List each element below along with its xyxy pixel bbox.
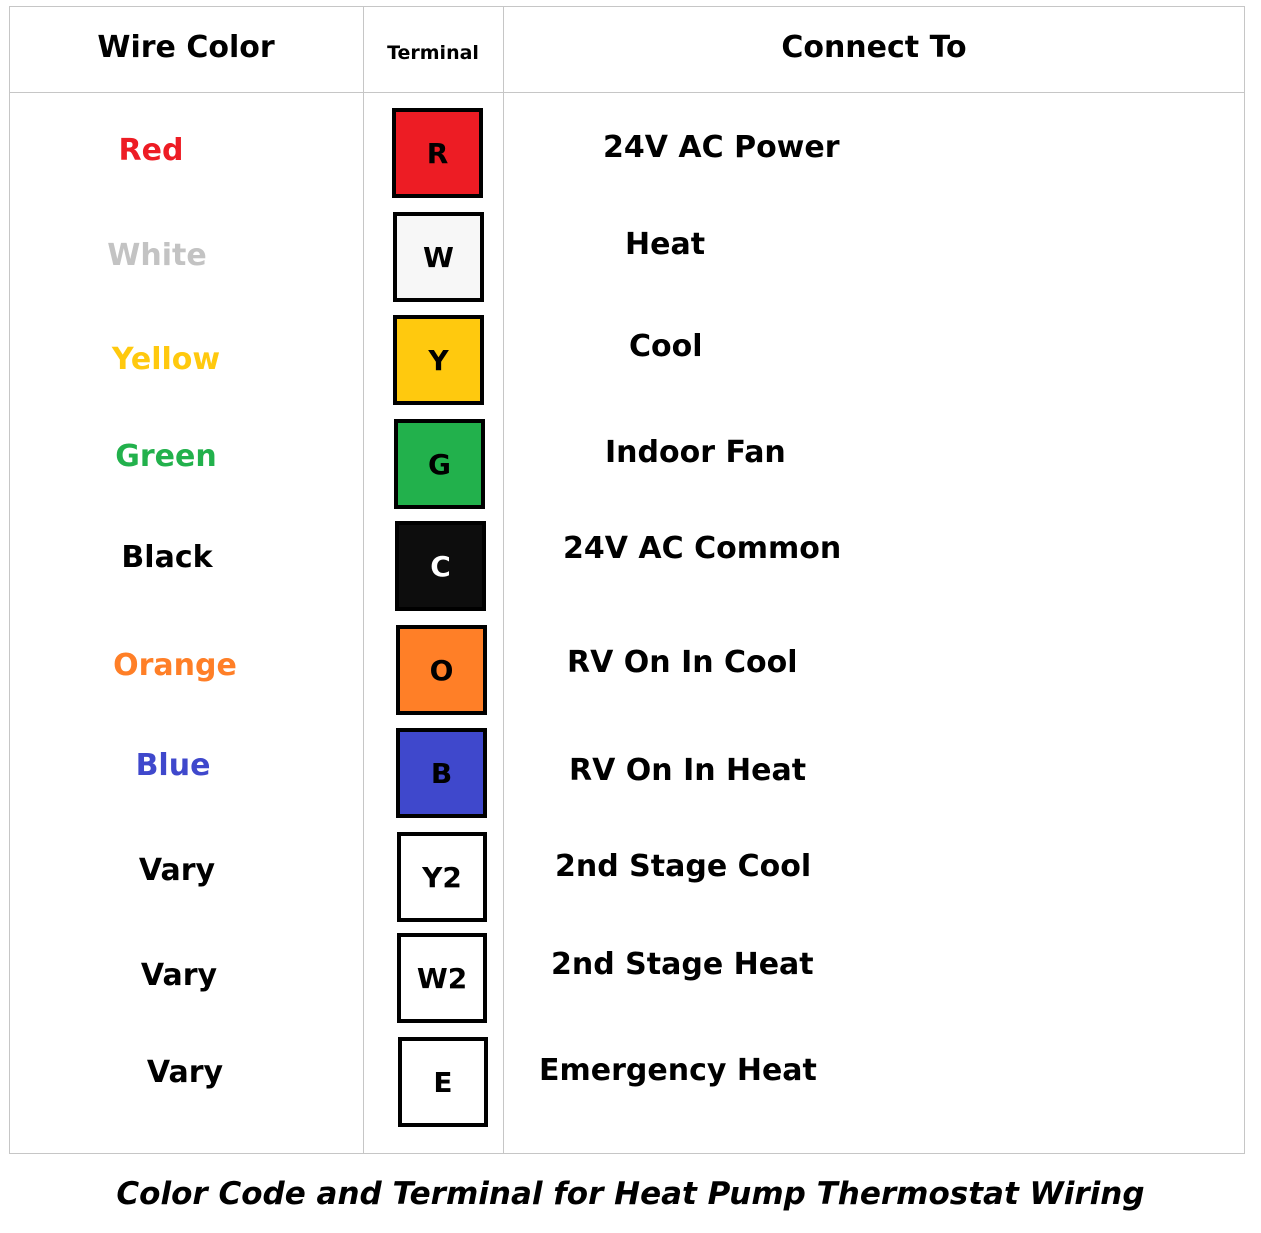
connect-to-label: Heat — [625, 227, 706, 262]
column-divider-2 — [503, 6, 504, 1154]
wire-color-label: Blue — [135, 748, 211, 783]
terminal-label: O — [429, 653, 454, 687]
terminal-label: E — [433, 1065, 453, 1099]
terminal-w: W — [393, 212, 484, 302]
terminal-c: C — [395, 521, 486, 611]
wire-color-label: Orange — [113, 648, 237, 683]
terminal-label: C — [430, 549, 451, 583]
terminal-y2: Y2 — [397, 832, 487, 922]
terminal-g: G — [394, 419, 485, 509]
terminal-y: Y — [393, 315, 484, 405]
connect-to-label: 24V AC Common — [563, 531, 842, 566]
terminal-o: O — [396, 625, 487, 715]
terminal-w2: W2 — [397, 933, 487, 1023]
connect-to-label: Cool — [629, 329, 703, 364]
wire-color-label: Black — [121, 540, 213, 575]
wire-color-label: Vary — [140, 958, 218, 993]
connect-to-label: 24V AC Power — [603, 130, 840, 165]
column-divider-1 — [363, 6, 364, 1154]
terminal-label: Y2 — [422, 860, 462, 894]
wire-color-label: Vary — [146, 1055, 224, 1090]
terminal-label: W2 — [416, 961, 468, 995]
wire-color-label: Red — [118, 133, 184, 168]
connect-to-label: Emergency Heat — [539, 1053, 817, 1088]
terminal-label: B — [430, 756, 453, 790]
wire-color-label: Vary — [138, 853, 216, 888]
header-wire-color: Wire Color — [97, 30, 275, 65]
terminal-r: R — [392, 108, 483, 198]
header-terminal: Terminal — [387, 42, 479, 64]
wire-color-label: Green — [115, 439, 217, 474]
wire-color-label: White — [107, 238, 207, 273]
wire-color-label: Yellow — [111, 342, 221, 377]
terminal-label: R — [426, 136, 449, 170]
connect-to-label: RV On In Cool — [567, 645, 798, 680]
header-divider — [9, 92, 1245, 93]
terminal-b: B — [396, 728, 487, 818]
figure-caption: Color Code and Terminal for Heat Pump Th… — [116, 1176, 1145, 1212]
connect-to-label: 2nd Stage Heat — [551, 947, 814, 982]
connect-to-label: RV On In Heat — [569, 753, 807, 788]
header-connect-to: Connect To — [781, 30, 967, 65]
terminal-label: W — [423, 240, 454, 274]
terminal-label: Y — [428, 343, 449, 377]
terminal-e: E — [398, 1037, 488, 1127]
connect-to-label: 2nd Stage Cool — [555, 849, 812, 884]
connect-to-label: Indoor Fan — [605, 435, 786, 470]
terminal-label: G — [428, 447, 451, 481]
